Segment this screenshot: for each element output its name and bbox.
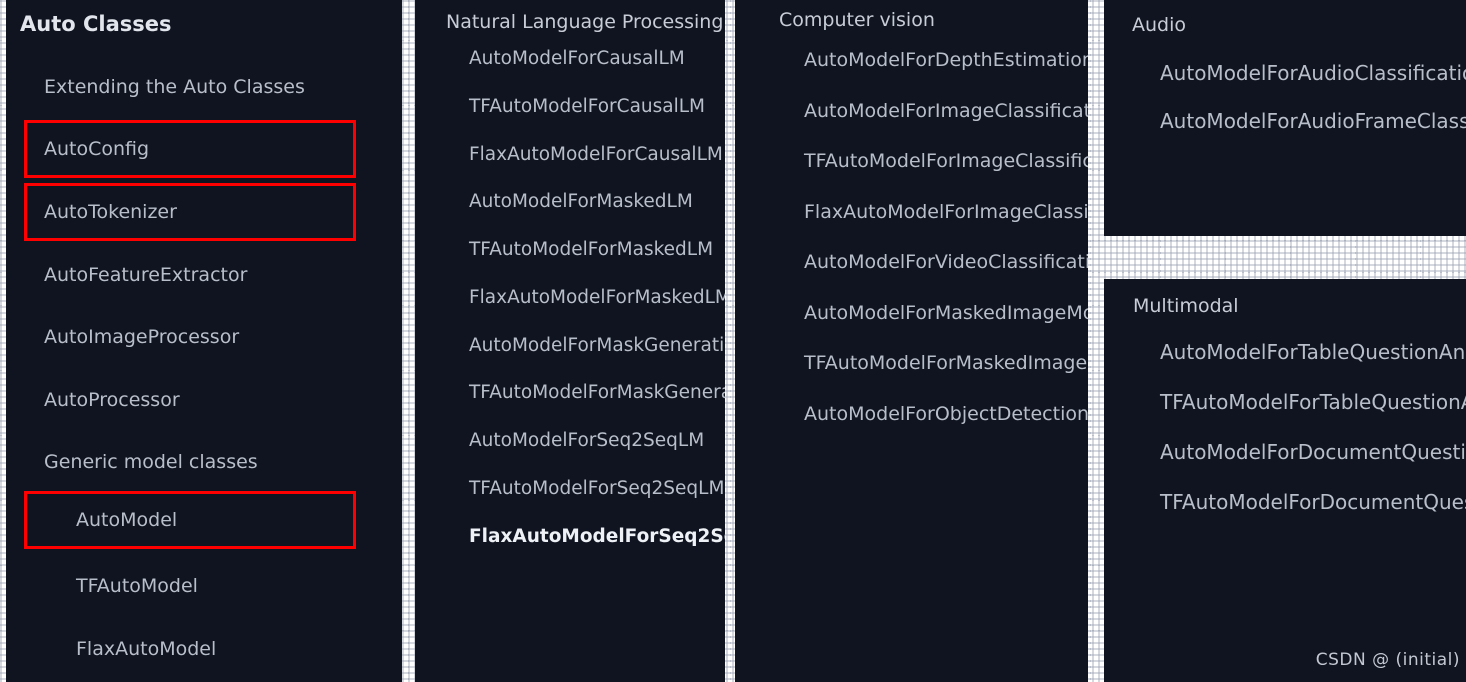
list-item[interactable]: AutoModelForTableQuestionAnswering bbox=[1160, 337, 1466, 367]
list-item[interactable]: TFAutoModelForImageClassification bbox=[804, 147, 1088, 176]
sidebar-item-flaxautomodel[interactable]: FlaxAutoModel bbox=[6, 620, 402, 678]
sidebar-item-label: AutoProcessor bbox=[44, 388, 180, 411]
list-item[interactable]: TFAutoModelForMaskedImageModeling bbox=[804, 349, 1088, 378]
list-item[interactable]: AutoModelForMaskGeneration bbox=[469, 332, 725, 360]
csdn-watermark: CSDN @ (initial) bbox=[1315, 650, 1460, 670]
audio-model-list: AutoModelForAudioClassification AutoMode… bbox=[1160, 58, 1466, 154]
sidebar-item-autotokenizer[interactable]: AutoTokenizer bbox=[6, 183, 402, 241]
sidebar-item-tfautomodel[interactable]: TFAutoModel bbox=[6, 557, 402, 615]
list-item[interactable]: AutoModelForAudioFrameClassification bbox=[1160, 106, 1466, 136]
list-item[interactable]: TFAutoModelForMaskedLM bbox=[469, 236, 713, 264]
sidebar-item-label: Extending the Auto Classes bbox=[44, 75, 305, 98]
sidebar-item-label: AutoModel bbox=[76, 508, 178, 531]
sidebar-item-label: TFAutoModel bbox=[76, 574, 198, 597]
panel-title-auto-classes: Auto Classes bbox=[20, 12, 172, 36]
list-item[interactable]: TFAutoModelForCausalLM bbox=[469, 93, 709, 121]
sidebar-item-label: AutoImageProcessor bbox=[44, 325, 240, 348]
list-item[interactable]: AutoModelForSeq2SeqLM bbox=[469, 427, 709, 455]
sidebar-item-autoprocessor[interactable]: AutoProcessor bbox=[6, 371, 402, 429]
panel-title-audio: Audio bbox=[1132, 14, 1187, 36]
list-item[interactable]: FlaxAutoModelForMaskedLM bbox=[469, 284, 725, 312]
list-item[interactable]: TFAutoModelForDocumentQuestionAnswering bbox=[1160, 487, 1466, 517]
sidebar-item-generic-model-classes[interactable]: Generic model classes bbox=[6, 433, 402, 491]
panel-auto-classes: Auto Classes Extending the Auto Classes … bbox=[6, 0, 402, 682]
sidebar-item-automodel[interactable]: AutoModel bbox=[6, 491, 402, 549]
list-item-active[interactable]: FlaxAutoModelForSeq2SeqLM bbox=[469, 523, 725, 551]
list-item[interactable]: AutoModelForDocumentQuestionAnswering bbox=[1160, 437, 1466, 467]
list-item[interactable]: FlaxAutoModelForImageClassification bbox=[804, 198, 1088, 227]
sidebar-item-extending-the-auto-classes[interactable]: Extending the Auto Classes bbox=[6, 58, 402, 116]
sidebar-item-autoconfig[interactable]: AutoConfig bbox=[6, 120, 402, 178]
list-item[interactable]: FlaxAutoModelForCausalLM bbox=[469, 141, 723, 169]
list-item[interactable]: TFAutoModelForMaskGeneration bbox=[469, 379, 725, 407]
sidebar-item-label: AutoFeatureExtractor bbox=[44, 263, 248, 286]
list-item[interactable]: AutoModelForVideoClassification bbox=[804, 248, 1088, 277]
sidebar-item-label: AutoTokenizer bbox=[44, 200, 177, 223]
panel-natural-language-processing: Natural Language Processing AutoModelFor… bbox=[415, 0, 725, 682]
panel-title-multimodal: Multimodal bbox=[1133, 295, 1239, 317]
nlp-model-list: AutoModelForCausalLM TFAutoModelForCausa… bbox=[469, 45, 725, 570]
list-item[interactable]: AutoModelForAudioClassification bbox=[1160, 58, 1466, 88]
list-item[interactable]: TFAutoModelForSeq2SeqLM bbox=[469, 475, 724, 503]
multimodal-model-list: AutoModelForTableQuestionAnswering TFAut… bbox=[1160, 337, 1466, 537]
sidebar-item-label: FlaxAutoModel bbox=[76, 637, 217, 660]
sidebar-item-label: AutoConfig bbox=[44, 137, 150, 160]
list-item[interactable]: AutoModelForImageClassification bbox=[804, 97, 1088, 126]
list-item[interactable]: AutoModelForMaskedLM bbox=[469, 188, 709, 216]
list-item[interactable]: AutoModelForObjectDetection bbox=[804, 400, 1088, 429]
panel-multimodal: Multimodal AutoModelForTableQuestionAnsw… bbox=[1104, 279, 1466, 682]
list-item[interactable]: AutoModelForCausalLM bbox=[469, 45, 709, 73]
computer-vision-model-list: AutoModelForDepthEstimation AutoModelFor… bbox=[804, 46, 1088, 450]
sidebar-item-autofeatureextractor[interactable]: AutoFeatureExtractor bbox=[6, 246, 402, 304]
list-item[interactable]: AutoModelForDepthEstimation bbox=[804, 46, 1088, 75]
panel-title-computer-vision: Computer vision bbox=[779, 9, 935, 31]
sidebar-item-label: Generic model classes bbox=[44, 450, 258, 473]
list-item[interactable]: TFAutoModelForTableQuestionAnswering bbox=[1160, 387, 1466, 417]
panel-audio: Audio AutoModelForAudioClassification Au… bbox=[1104, 0, 1466, 236]
panel-title-nlp: Natural Language Processing bbox=[446, 11, 724, 33]
list-item[interactable]: AutoModelForMaskedImageModeling bbox=[804, 299, 1088, 328]
sidebar-item-autoimageprocessor[interactable]: AutoImageProcessor bbox=[6, 308, 402, 366]
panel-computer-vision: Computer vision AutoModelForDepthEstimat… bbox=[735, 0, 1088, 682]
